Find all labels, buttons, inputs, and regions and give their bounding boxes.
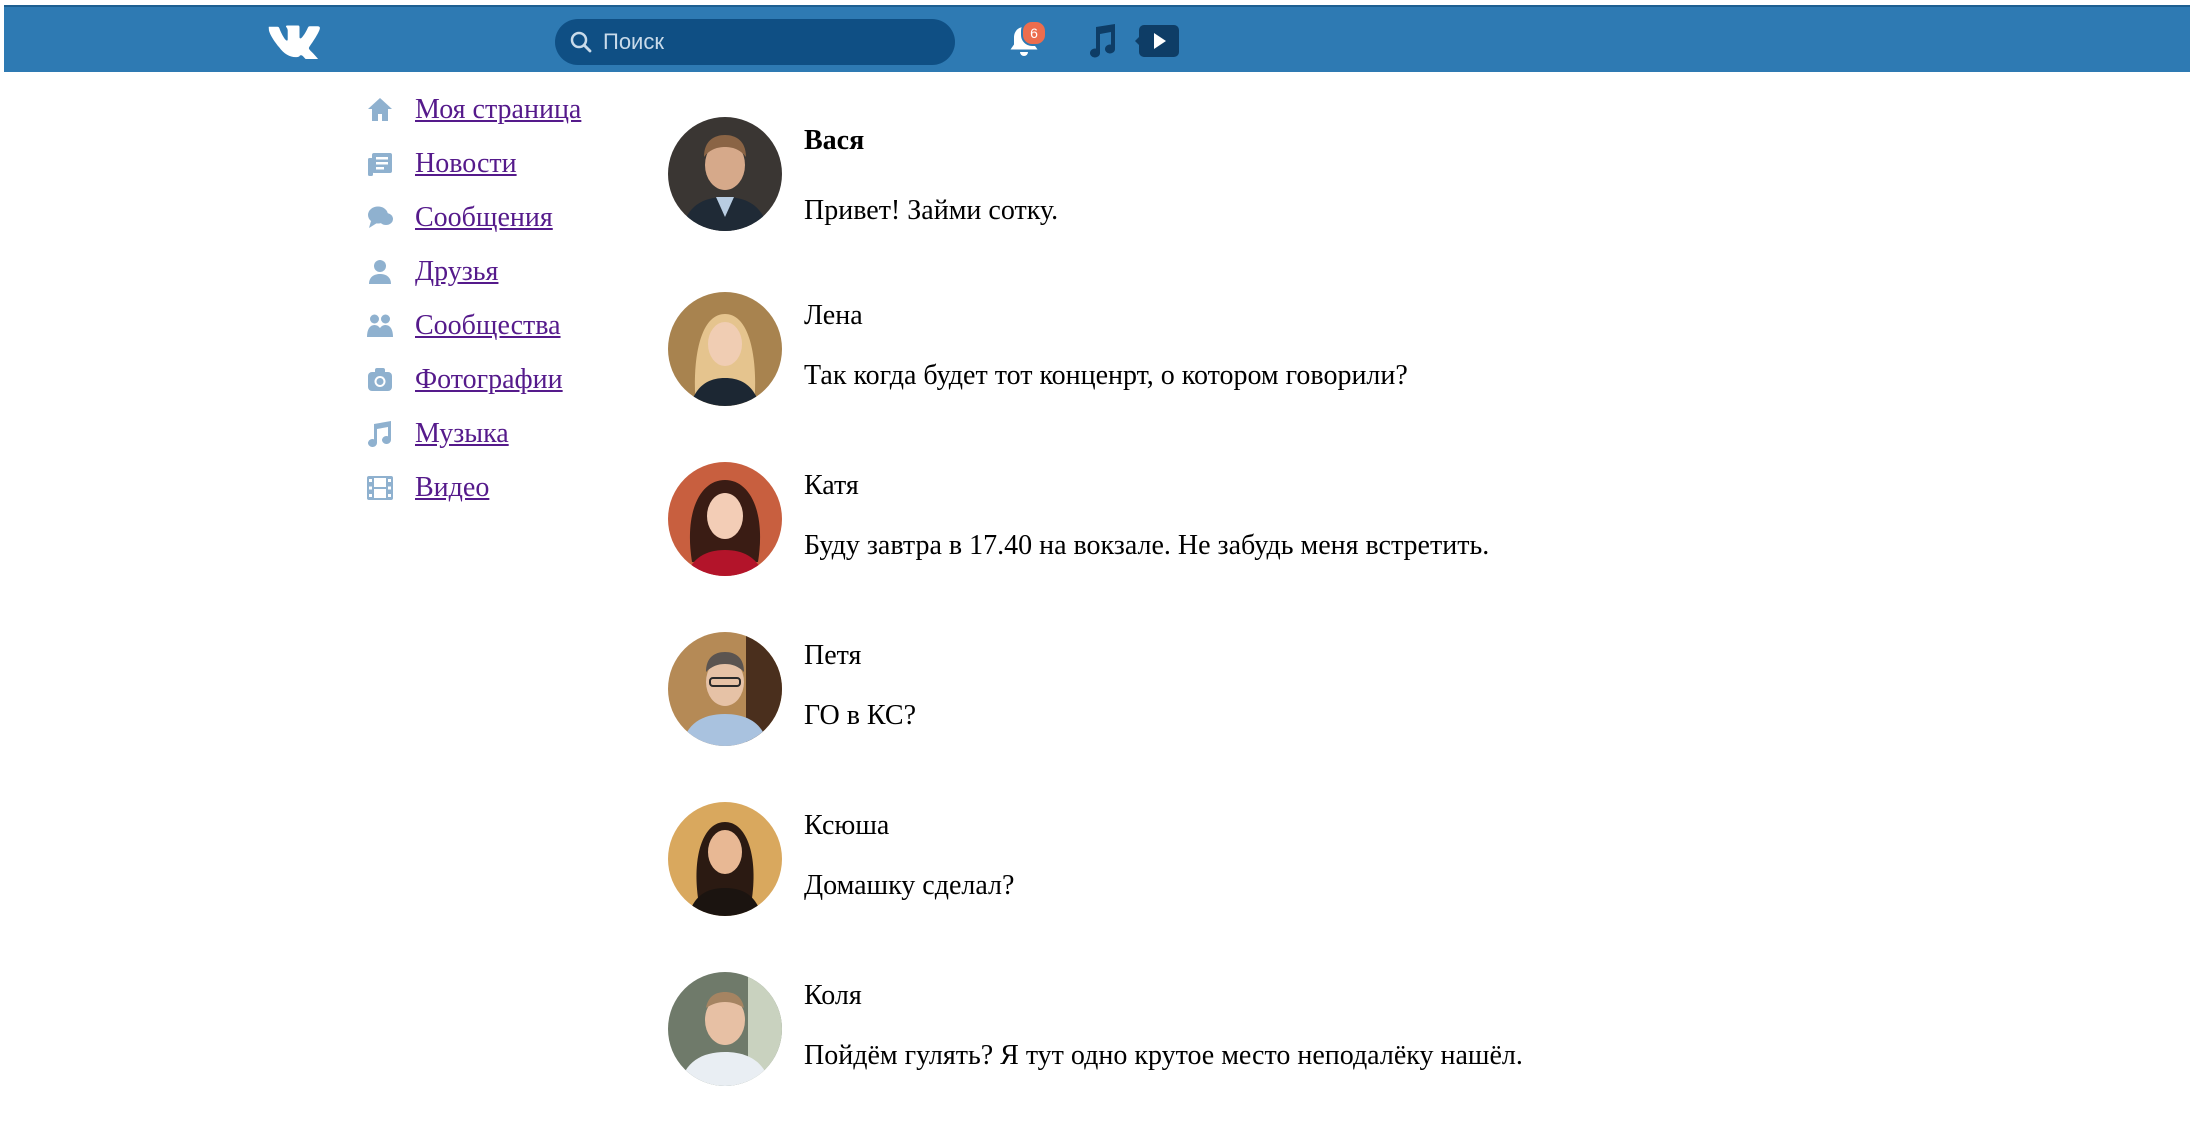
video-icon[interactable] xyxy=(1135,23,1183,59)
messages-icon xyxy=(368,206,393,228)
sidebar-link-friends[interactable]: Друзья xyxy=(415,256,498,288)
sender-name: Петя xyxy=(804,640,862,671)
sender-name: Вася xyxy=(804,125,865,156)
search-bar[interactable] xyxy=(555,19,955,65)
avatar[interactable] xyxy=(668,802,782,916)
camera-icon xyxy=(368,368,392,391)
vk-logo-icon[interactable] xyxy=(267,21,327,59)
message-preview: Пойдём гулять? Я тут одно крутое место н… xyxy=(804,1040,1523,1071)
message-item-ksyusha[interactable]: Ксюша Домашку сделал? xyxy=(668,802,1968,922)
sender-name: Коля xyxy=(804,980,862,1011)
music-icon[interactable] xyxy=(1085,23,1119,59)
avatar-photo xyxy=(668,632,782,746)
sidebar-item-friends[interactable]: Друзья xyxy=(366,254,666,308)
search-input[interactable] xyxy=(603,25,933,59)
sidebar-link-communities[interactable]: Сообщества xyxy=(415,310,561,342)
sidebar-item-video[interactable]: Видео xyxy=(366,470,666,524)
notification-badge: 6 xyxy=(1021,20,1047,46)
sidebar-link-video[interactable]: Видео xyxy=(415,472,489,504)
sidebar-link-messages[interactable]: Сообщения xyxy=(415,202,553,234)
sidebar-navigation: Моя страница Новости Сообщения Друзья Со… xyxy=(366,92,666,524)
home-icon xyxy=(368,98,392,121)
music-icon xyxy=(368,421,391,447)
sidebar-item-messages[interactable]: Сообщения xyxy=(366,200,666,254)
avatar[interactable] xyxy=(668,632,782,746)
sender-name: Катя xyxy=(804,470,859,501)
sender-name: Лена xyxy=(804,300,863,331)
sidebar-link-photos[interactable]: Фотографии xyxy=(415,364,563,396)
sidebar-link-my-page[interactable]: Моя страница xyxy=(415,94,581,126)
friend-icon xyxy=(369,260,391,284)
message-preview: Так когда будет тот конценрт, о котором … xyxy=(804,360,1408,391)
sender-name: Ксюша xyxy=(804,810,890,841)
sidebar-item-photos[interactable]: Фотографии xyxy=(366,362,666,416)
top-navigation-bar: 6 xyxy=(4,5,2190,72)
avatar-photo xyxy=(668,117,782,231)
sidebar-item-news[interactable]: Новости xyxy=(366,146,666,200)
message-preview: ГО в КС? xyxy=(804,700,917,731)
message-item-vasya[interactable]: Вася Привет! Займи сотку. xyxy=(668,117,1968,237)
avatar-photo xyxy=(668,972,782,1086)
message-preview: Домашку сделал? xyxy=(804,870,1015,901)
message-preview: Привет! Займи сотку. xyxy=(804,195,1059,226)
avatar[interactable] xyxy=(668,292,782,406)
avatar[interactable] xyxy=(668,462,782,576)
sidebar-link-music[interactable]: Музыка xyxy=(415,418,509,450)
search-icon xyxy=(570,31,592,53)
message-item-lena[interactable]: Лена Так когда будет тот конценрт, о кот… xyxy=(668,292,1968,412)
message-preview: Буду завтра в 17.40 на вокзале. Не забуд… xyxy=(804,530,1490,561)
sidebar-link-news[interactable]: Новости xyxy=(415,148,517,180)
news-icon xyxy=(368,153,392,176)
communities-icon xyxy=(367,314,393,337)
message-item-kolya[interactable]: Коля Пойдём гулять? Я тут одно крутое ме… xyxy=(668,972,1968,1092)
sidebar-item-music[interactable]: Музыка xyxy=(366,416,666,470)
avatar-photo xyxy=(668,802,782,916)
film-icon xyxy=(367,476,393,500)
message-item-katya[interactable]: Катя Буду завтра в 17.40 на вокзале. Не … xyxy=(668,462,1968,582)
avatar[interactable] xyxy=(668,972,782,1086)
sidebar-item-communities[interactable]: Сообщества xyxy=(366,308,666,362)
message-item-petya[interactable]: Петя ГО в КС? xyxy=(668,632,1968,752)
avatar-photo xyxy=(668,462,782,576)
avatar-photo xyxy=(668,292,782,406)
avatar[interactable] xyxy=(668,117,782,231)
sidebar-item-my-page[interactable]: Моя страница xyxy=(366,92,666,146)
